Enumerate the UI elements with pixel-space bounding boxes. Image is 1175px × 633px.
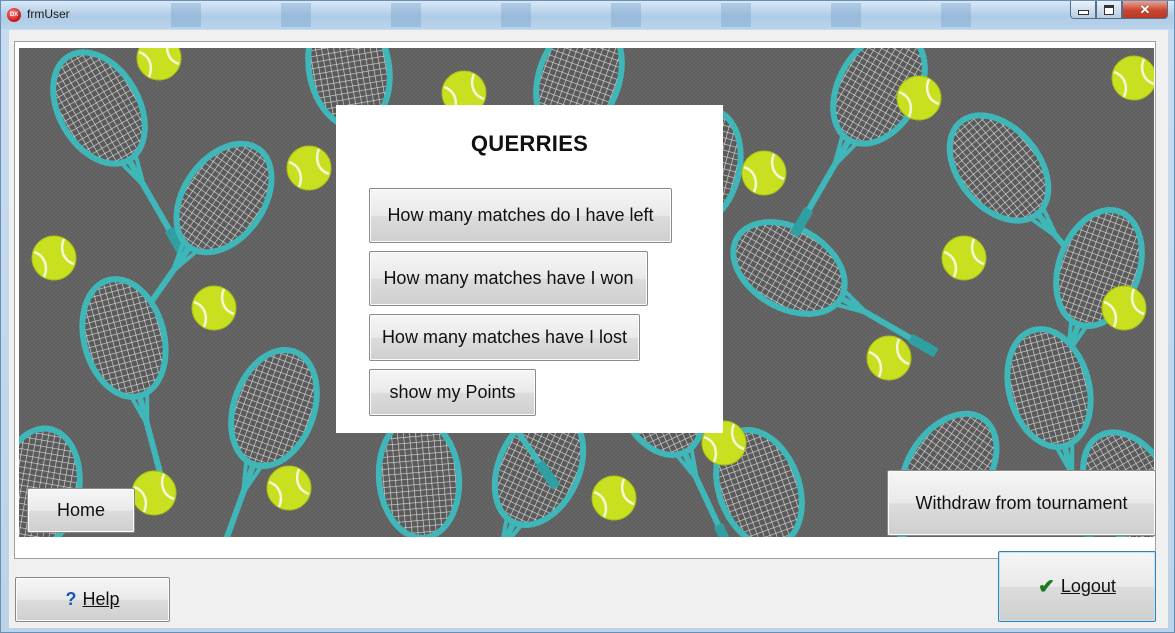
help-label: Help bbox=[82, 589, 120, 609]
maximize-button[interactable] bbox=[1096, 1, 1122, 19]
matches-lost-button[interactable]: How many matches have I lost bbox=[369, 314, 640, 361]
matches-left-button[interactable]: How many matches do I have left bbox=[369, 188, 672, 243]
queries-title: QUERRIES bbox=[470, 131, 589, 156]
window-controls: ✕ bbox=[1070, 1, 1168, 21]
close-icon: ✕ bbox=[1139, 2, 1151, 17]
matches-won-button[interactable]: How many matches have I won bbox=[369, 251, 648, 306]
minimize-icon bbox=[1077, 10, 1089, 15]
main-panel: QUERRIES How many matches do I have left… bbox=[14, 41, 1156, 559]
minimize-button[interactable] bbox=[1070, 1, 1096, 19]
home-button[interactable]: Home bbox=[27, 488, 135, 533]
client-area: QUERRIES How many matches do I have left… bbox=[9, 30, 1168, 628]
checkmark-icon: ✔ bbox=[1038, 576, 1055, 598]
app-logo-icon: DX bbox=[7, 8, 21, 22]
question-mark-icon: ? bbox=[65, 589, 77, 609]
title-bar-decoration bbox=[131, 3, 1051, 27]
window-title: frmUser bbox=[27, 7, 70, 21]
logout-button[interactable]: ✔ Logout bbox=[998, 551, 1156, 622]
help-button[interactable]: ? Help bbox=[15, 577, 170, 622]
show-points-button[interactable]: show my Points bbox=[369, 369, 536, 416]
app-window: DX frmUser ✕ QUERRIES How many matches d… bbox=[0, 0, 1175, 633]
close-button[interactable]: ✕ bbox=[1122, 1, 1168, 19]
title-bar[interactable]: DX frmUser ✕ bbox=[1, 1, 1174, 29]
maximize-icon bbox=[1104, 4, 1114, 15]
logout-label: Logout bbox=[1060, 576, 1116, 596]
withdraw-button[interactable]: Withdraw from tournament bbox=[887, 470, 1156, 536]
